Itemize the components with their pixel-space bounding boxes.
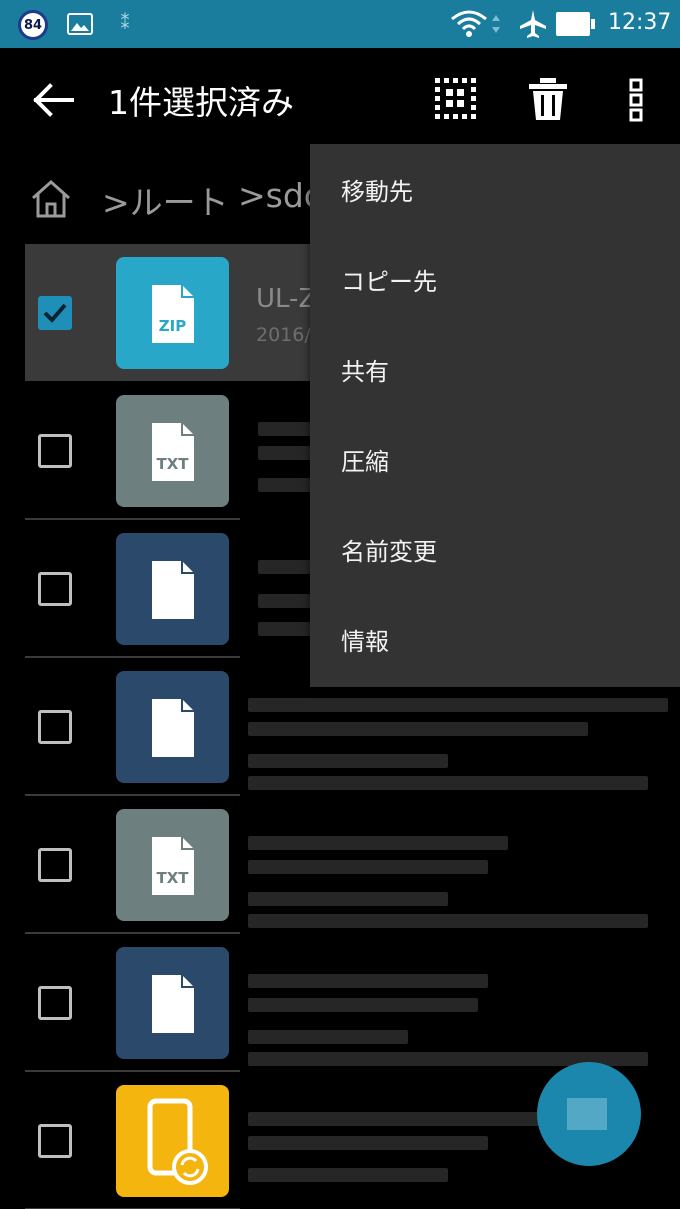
redacted-text bbox=[248, 698, 668, 712]
file-type-label: TXT bbox=[156, 869, 189, 887]
redacted-text bbox=[258, 478, 318, 492]
row-checkbox[interactable] bbox=[38, 1124, 72, 1158]
redacted-text bbox=[248, 754, 448, 768]
photo-icon bbox=[67, 13, 93, 35]
airplane-mode-icon bbox=[520, 10, 546, 38]
row-checkbox[interactable] bbox=[38, 572, 72, 606]
usb-icon: ⁑ bbox=[120, 13, 130, 34]
txt-file-icon: TXT bbox=[116, 809, 229, 921]
redacted-text bbox=[248, 776, 648, 790]
redacted-text bbox=[248, 722, 588, 736]
document-file-icon bbox=[116, 533, 229, 645]
row-checkbox[interactable] bbox=[38, 434, 72, 468]
breadcrumb-item-root[interactable]: >ルート bbox=[102, 176, 229, 224]
menu-item-copy-to[interactable]: コピー先 bbox=[310, 234, 680, 324]
menu-item-move-to[interactable]: 移動先 bbox=[310, 144, 680, 234]
file-row[interactable] bbox=[25, 934, 680, 1072]
menu-item-rename[interactable]: 名前変更 bbox=[310, 504, 680, 594]
home-icon[interactable] bbox=[30, 178, 72, 220]
chevron-right-icon: > bbox=[102, 183, 130, 222]
notification-badge-icon: 84 bbox=[18, 10, 48, 40]
back-arrow-icon[interactable] bbox=[30, 80, 78, 120]
redacted-text bbox=[248, 860, 488, 874]
row-checkbox[interactable] bbox=[38, 710, 72, 744]
document-file-icon bbox=[116, 671, 229, 783]
floating-action-button[interactable] bbox=[537, 1062, 641, 1166]
chevron-right-icon: > bbox=[238, 176, 266, 215]
more-vert-icon[interactable] bbox=[622, 76, 650, 124]
redacted-text bbox=[258, 622, 318, 636]
file-row[interactable]: TXT bbox=[25, 796, 680, 934]
file-type-label: ZIP bbox=[158, 317, 187, 335]
redacted-text bbox=[248, 1168, 448, 1182]
selection-count-title: 1件選択済み bbox=[108, 83, 294, 122]
app-bar: 1件選択済み bbox=[0, 48, 680, 152]
status-bar: 84 ⁑ 12:37 bbox=[0, 0, 680, 48]
select-all-icon[interactable] bbox=[433, 76, 481, 124]
redacted-text bbox=[248, 836, 508, 850]
redacted-text bbox=[248, 892, 448, 906]
redacted-text bbox=[248, 1112, 548, 1126]
zip-file-icon: ZIP bbox=[116, 257, 229, 369]
menu-item-compress[interactable]: 圧縮 bbox=[310, 414, 680, 504]
file-type-label: TXT bbox=[156, 455, 189, 473]
app-backup-icon bbox=[116, 1085, 229, 1197]
redacted-text bbox=[248, 974, 488, 988]
redacted-text bbox=[248, 914, 648, 928]
overflow-menu: 移動先 コピー先 共有 圧縮 名前変更 情報 bbox=[310, 144, 680, 687]
menu-item-share[interactable]: 共有 bbox=[310, 324, 680, 414]
row-checkbox[interactable] bbox=[38, 848, 72, 882]
redacted-text bbox=[258, 594, 318, 608]
trash-icon[interactable] bbox=[527, 76, 569, 124]
txt-file-icon: TXT bbox=[116, 395, 229, 507]
battery-icon bbox=[556, 12, 595, 36]
menu-item-info[interactable]: 情報 bbox=[310, 594, 680, 684]
redacted-text bbox=[248, 1136, 488, 1150]
redacted-text bbox=[248, 998, 478, 1012]
file-name: UL-Z bbox=[256, 284, 317, 314]
document-file-icon bbox=[116, 947, 229, 1059]
row-checkbox[interactable] bbox=[38, 986, 72, 1020]
wifi-icon bbox=[451, 10, 500, 37]
checkmark-icon bbox=[43, 303, 67, 323]
row-checkbox[interactable] bbox=[38, 296, 72, 330]
redacted-text bbox=[248, 1030, 408, 1044]
file-date: 2016/ bbox=[256, 324, 311, 346]
clock: 12:37 bbox=[608, 10, 672, 35]
